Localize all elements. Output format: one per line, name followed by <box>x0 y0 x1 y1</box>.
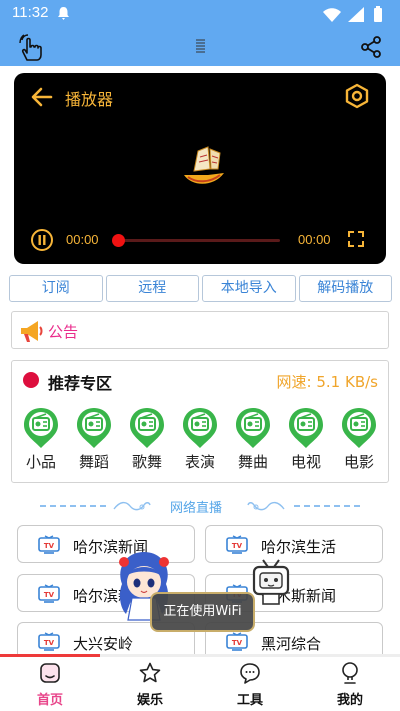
category-song-dance[interactable]: 歌舞 <box>122 406 172 472</box>
tv-icon: TV <box>226 535 248 554</box>
category-label: 表演 <box>184 453 215 471</box>
notification-icon <box>58 7 69 20</box>
app-toolbar <box>0 28 400 66</box>
nav-home-label: 首页 <box>36 693 63 708</box>
tab-remote[interactable]: 远程 <box>105 275 199 302</box>
category-xiaopin[interactable]: 小品 <box>16 406 66 472</box>
tv-robot-mascot-icon <box>252 559 290 605</box>
tab-subscribe[interactable]: 订阅 <box>9 275 103 302</box>
chat-bubble-icon <box>240 663 260 684</box>
current-time: 00:00 <box>66 232 99 247</box>
category-list: 小品 舞蹈 歌舞 表演 舞曲 电视 电影 <box>16 406 384 472</box>
radio-pin-icon <box>130 408 164 448</box>
channel-name: 黑河综合 <box>261 635 322 653</box>
network-speed: 网速: 5.1 KB/s <box>276 373 378 391</box>
category-label: 小品 <box>25 453 56 471</box>
category-tv[interactable]: 电视 <box>281 406 331 472</box>
sailboat-logo-icon <box>184 146 224 184</box>
bottom-navigation: 首页 娱乐 工具 我的 <box>0 657 400 711</box>
notice-label: 公告 <box>48 323 79 341</box>
hand-pointer-icon[interactable] <box>18 34 44 62</box>
category-label: 电影 <box>343 453 374 471</box>
tv-icon: TV <box>226 632 248 651</box>
radio-pin-icon <box>236 408 270 448</box>
live-section-title: 网络直播 <box>170 501 223 516</box>
radio-pin-icon <box>183 408 217 448</box>
radio-pin-icon <box>289 408 323 448</box>
tv-icon: TV <box>38 584 60 603</box>
tv-icon: TV <box>38 632 60 651</box>
category-dance-music[interactable]: 舞曲 <box>228 406 278 472</box>
tab-local-import[interactable]: 本地导入 <box>202 275 296 302</box>
channel-name: 大兴安岭 <box>73 635 134 653</box>
ornament-left-icon <box>113 501 151 511</box>
svg-text:TV: TV <box>44 639 55 647</box>
settings-hexagon-icon[interactable] <box>344 83 370 109</box>
radio-pin-icon <box>77 408 111 448</box>
video-player[interactable]: 播放器 00:00 00:00 <box>14 73 386 264</box>
category-label: 电视 <box>290 453 321 471</box>
pause-icon[interactable] <box>30 228 54 252</box>
ornament-right-icon <box>247 501 285 511</box>
status-bar: 11:32 <box>0 0 400 28</box>
player-title: 播放器 <box>65 90 114 109</box>
system-icons <box>323 6 382 22</box>
source-tabs: 订阅 远程 本地导入 解码播放 <box>9 275 392 302</box>
fullscreen-icon[interactable] <box>348 231 364 247</box>
channel-name: 哈尔滨生活 <box>261 538 337 556</box>
recommend-section: 推荐专区 网速: 5.1 KB/s 小品 舞蹈 歌舞 表演 舞曲 电视 电影 <box>11 360 389 483</box>
share-icon[interactable] <box>360 36 382 58</box>
nav-entertainment-label: 娱乐 <box>136 693 163 708</box>
radio-pin-icon <box>24 408 58 448</box>
battery-icon <box>374 8 382 22</box>
back-arrow-icon[interactable] <box>30 85 54 109</box>
category-movie[interactable]: 电影 <box>334 406 384 472</box>
category-label: 歌舞 <box>131 453 162 471</box>
seek-track[interactable] <box>118 239 280 242</box>
nav-mine[interactable]: 我的 <box>300 657 400 711</box>
status-time: 11:32 <box>12 4 49 21</box>
category-performance[interactable]: 表演 <box>175 406 225 472</box>
star-icon <box>139 662 161 683</box>
svg-text:TV: TV <box>232 542 243 550</box>
live-section-header: 网络直播 <box>0 496 400 516</box>
nav-tools[interactable]: 工具 <box>200 657 300 711</box>
home-icon <box>40 663 60 683</box>
channel-button[interactable]: TV 哈尔滨生活 <box>205 525 383 563</box>
wifi-icon <box>323 8 341 22</box>
svg-text:TV: TV <box>232 639 243 647</box>
divider-dash-left <box>40 505 106 507</box>
svg-text:TV: TV <box>44 591 55 599</box>
nav-entertainment[interactable]: 娱乐 <box>100 657 200 711</box>
svg-text:TV: TV <box>44 542 55 550</box>
category-dance[interactable]: 舞蹈 <box>69 406 119 472</box>
nav-mine-label: 我的 <box>336 693 363 708</box>
tv-icon: TV <box>38 535 60 554</box>
category-label: 舞蹈 <box>78 453 109 471</box>
seek-thumb[interactable] <box>112 234 125 247</box>
megaphone-icon <box>21 321 43 342</box>
notice-bar[interactable]: 公告 <box>11 311 389 349</box>
nav-home[interactable]: 首页 <box>0 657 100 711</box>
wifi-toast: 正在使用WiFi <box>150 592 255 632</box>
category-label: 舞曲 <box>237 453 268 471</box>
divider-dash-right <box>294 505 360 507</box>
drag-grip-icon[interactable] <box>196 38 205 54</box>
nav-tools-label: 工具 <box>236 693 263 708</box>
recommend-dot-icon <box>23 372 39 388</box>
signal-icon <box>348 7 364 22</box>
user-icon <box>342 662 358 684</box>
recommend-title: 推荐专区 <box>48 374 113 393</box>
total-time: 00:00 <box>298 232 331 247</box>
tab-decode-play[interactable]: 解码播放 <box>298 275 392 302</box>
radio-pin-icon <box>342 408 376 448</box>
